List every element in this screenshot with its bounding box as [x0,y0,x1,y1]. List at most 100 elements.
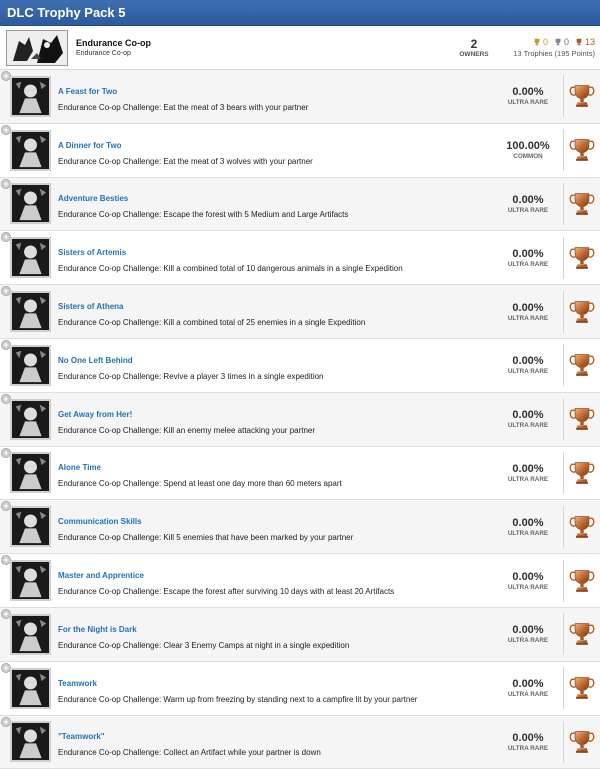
trophy-name[interactable]: Communication Skills [58,517,142,526]
trophy-rarity: 0.00% ULTRA RARE [497,678,559,698]
page-title: DLC Trophy Pack 5 [0,0,600,26]
trophy-name[interactable]: No One Left Behind [58,356,133,365]
trophy-row: + "Teamwork" Endurance Co-op Challenge: … [0,715,600,769]
trophy-rarity: 0.00% ULTRA RARE [497,248,559,268]
artifact-mask-icon[interactable] [10,183,51,225]
trophy-name[interactable]: Teamwork [58,679,97,688]
trophy-row: + Sisters of Athena Endurance Co-op Chal… [0,285,600,339]
trophy-percent: 0.00% [512,86,544,99]
trophy-row: + A Dinner for Two Endurance Co-op Chall… [0,123,600,178]
trophy-description: Endurance Co-op Challenge: Kill a combin… [58,318,366,328]
trophy-rarity: 0.00% ULTRA RARE [497,517,559,537]
bronze-trophy-icon [569,247,595,269]
trophy-name[interactable]: A Feast for Two [58,87,117,96]
bronze-trophy-icon [569,354,595,377]
trophy-row: + Adventure Besties Endurance Co-op Chal… [0,177,600,232]
bronze-trophy-icon [569,731,595,753]
pack-total: 13 Trophies (195 Points) [513,49,595,58]
bronze-trophy-icon [569,139,595,162]
trophy-row: + Alone Time Endurance Co-op Challenge: … [0,446,600,501]
trophy-row: + Get Away from Her! Endurance Co-op Cha… [0,392,600,447]
trophy-percent: 0.00% [512,624,544,637]
pack-name[interactable]: Endurance Co-op [76,38,449,48]
trophy-rarity: 0.00% ULTRA RARE [497,571,559,591]
trophy-rarity-label: ULTRA RARE [507,691,549,699]
trophy-rarity: 0.00% ULTRA RARE [497,194,559,214]
trophy-rarity-label: ULTRA RARE [507,422,549,430]
trophy-rarity: 0.00% ULTRA RARE [497,302,559,322]
bronze-trophy-icon [569,300,595,323]
downed-partner-icon[interactable] [10,721,51,763]
trophy-percent: 0.00% [512,355,544,368]
trophy-percent: 0.00% [512,731,544,744]
trophy-rarity: 0.00% ULTRA RARE [497,463,559,483]
trophy-percent: 0.00% [512,570,544,583]
trophy-list: + A Feast for Two Endurance Co-op Challe… [0,70,600,769]
trophy-row: + Communication Skills Endurance Co-op C… [0,500,600,555]
trophy-row: + Sisters of Artemis Endurance Co-op Cha… [0,231,600,286]
trophy-rarity: 100.00% COMMON [497,140,559,160]
pack-thumbnail-icon[interactable] [6,29,68,66]
silver-trophy-icon [555,38,561,46]
trophy-rarity: 0.00% ULTRA RARE [497,86,559,106]
trophy-percent: 0.00% [512,409,544,422]
trophy-rarity: 0.00% ULTRA RARE [497,355,559,375]
bronze-trophy-icon [569,85,595,108]
owners-count: 2 OWNERS [449,36,499,58]
trophy-percent: 100.00% [506,140,550,153]
melee-fight-icon[interactable] [10,398,51,440]
bronze-trophy-icon [569,516,595,538]
target-mark-icon[interactable] [10,506,51,548]
trophy-rarity-label: ULTRA RARE [507,583,549,591]
trophy-name[interactable]: For the Night is Dark [58,625,137,634]
trophy-name[interactable]: Sisters of Athena [58,302,124,311]
trophy-name[interactable]: "Teamwork" [58,732,105,741]
wolf-dinner-icon[interactable] [10,129,51,171]
trophy-name[interactable]: Adventure Besties [58,194,128,203]
trophy-rarity-label: ULTRA RARE [507,475,549,483]
trophy-description: Endurance Co-op Challenge: Escape the fo… [58,210,349,220]
trophy-row: + For the Night is Dark Endurance Co-op … [0,607,600,662]
trophy-name[interactable]: Alone Time [58,463,101,472]
trophy-description: Endurance Co-op Challenge: Collect an Ar… [58,748,321,758]
trophy-percent: 0.00% [512,247,544,260]
silver-count: 0 [554,37,569,47]
revive-cross-icon[interactable] [10,344,51,386]
trophy-percent: 0.00% [512,462,544,475]
trophy-name[interactable]: Get Away from Her! [58,410,132,419]
trophy-description: Endurance Co-op Challenge: Kill an enemy… [58,425,316,435]
campfire-warmup-icon[interactable] [10,667,51,709]
trophy-name[interactable]: Master and Apprentice [58,571,144,580]
trophy-rarity: 0.00% ULTRA RARE [497,409,559,429]
bear-feast-icon[interactable] [10,75,51,117]
trophy-percent: 0.00% [512,301,544,314]
owners-number: 2 [470,36,478,51]
trophy-row: + A Feast for Two Endurance Co-op Challe… [0,70,600,124]
trophy-rarity: 0.00% ULTRA RARE [497,624,559,644]
trophy-row: + Master and Apprentice Endurance Co-op … [0,554,600,608]
trophy-row: + Teamwork Endurance Co-op Challenge: Wa… [0,661,600,716]
trophy-description: Endurance Co-op Challenge: Spend at leas… [58,479,342,489]
bronze-trophy-icon [569,408,595,431]
gold-count: 0 [533,37,548,47]
master-apprentice-icon[interactable] [10,560,51,602]
trophy-name[interactable]: A Dinner for Two [58,141,122,150]
trophy-description: Endurance Co-op Challenge: Kill a combin… [58,264,403,274]
huntress-icon[interactable] [10,237,51,279]
trophy-rarity: 0.00% ULTRA RARE [497,732,559,752]
trophy-name[interactable]: Sisters of Artemis [58,248,126,257]
trophy-description: Endurance Co-op Challenge: Warm up from … [58,694,418,704]
trophy-rarity-label: COMMON [513,153,543,161]
trophy-row: + No One Left Behind Endurance Co-op Cha… [0,338,600,393]
campfire-night-icon[interactable] [10,613,51,655]
trophy-rarity-label: ULTRA RARE [507,260,549,268]
gold-count-value: 0 [542,37,548,47]
trophy-rarity-label: ULTRA RARE [507,744,549,752]
bronze-trophy-icon [569,623,595,646]
hourglass-24h-icon[interactable] [10,452,51,494]
trophy-rarity-label: ULTRA RARE [507,637,549,645]
bronze-count: 13 [575,37,595,47]
trophy-description: Endurance Co-op Challenge: Kill 5 enemie… [58,533,354,543]
trophy-rarity-label: ULTRA RARE [507,529,549,537]
warrior-helmet-icon[interactable] [10,291,51,333]
